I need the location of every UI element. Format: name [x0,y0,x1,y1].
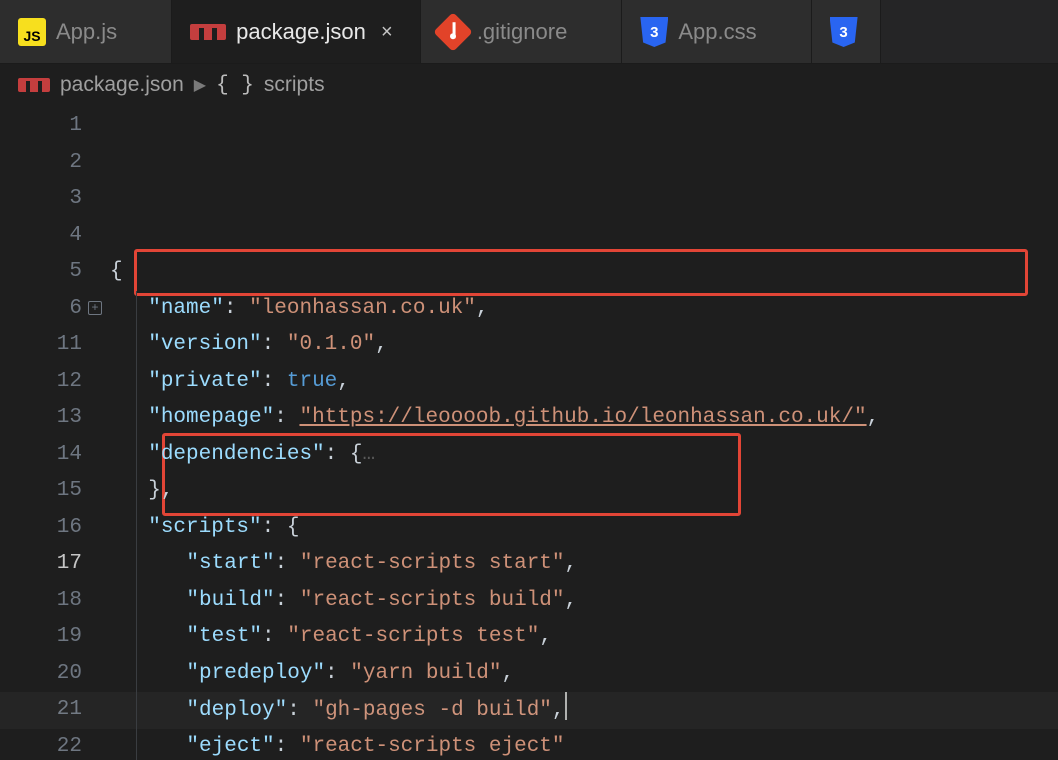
tab-label: App.css [678,19,756,45]
code-line[interactable]: }, [110,473,1058,510]
line-number: 18 [0,583,82,620]
code-area[interactable]: { "name": "leonhassan.co.uk", "version":… [110,106,1058,760]
tab-bar: JS App.js package.json × .gitignore 3 Ap… [0,0,1058,64]
code-line[interactable]: "deploy": "gh-pages -d build", [110,692,1058,729]
code-line[interactable]: "name": "leonhassan.co.uk", [110,291,1058,328]
braces-icon: { } [216,74,254,97]
line-number: 22 [0,729,82,760]
line-number: 6+ [0,291,82,328]
git-icon [433,12,473,52]
line-number: 14 [0,437,82,474]
line-number: 17 [0,546,82,583]
line-number: 13 [0,400,82,437]
code-line[interactable]: { [110,254,1058,291]
css-icon: 3 [640,17,668,47]
line-number: 15 [0,473,82,510]
line-number: 19 [0,619,82,656]
line-number: 4 [0,218,82,255]
text-cursor [565,692,567,720]
breadcrumb-section: scripts [264,73,325,97]
breadcrumb-separator-icon: ▶ [194,75,206,95]
code-line[interactable]: "private": true, [110,364,1058,401]
code-line[interactable]: "scripts": { [110,510,1058,547]
line-gutter: 123456+111213141516171819202122 [0,106,110,760]
line-number: 5 [0,254,82,291]
line-number: 20 [0,656,82,693]
code-line[interactable]: "predeploy": "yarn build", [110,656,1058,693]
code-line[interactable]: "build": "react-scripts build", [110,583,1058,620]
line-number: 3 [0,181,82,218]
code-line[interactable]: "eject": "react-scripts eject" [110,729,1058,760]
code-line[interactable]: "test": "react-scripts test", [110,619,1058,656]
line-number: 1 [0,108,82,145]
code-line[interactable]: "start": "react-scripts start", [110,546,1058,583]
editor: 123456+111213141516171819202122 { "name"… [0,106,1058,760]
js-icon: JS [18,18,46,46]
breadcrumb[interactable]: package.json ▶ { } scripts [0,64,1058,106]
tab-overflow[interactable]: 3 [812,0,881,64]
css-icon: 3 [830,17,858,47]
line-number: 16 [0,510,82,547]
tab-package-json[interactable]: package.json × [172,0,421,64]
code-line[interactable]: "dependencies": {… [110,437,1058,474]
line-number: 2 [0,145,82,182]
line-number: 12 [0,364,82,401]
tab-label: App.js [56,19,117,45]
tab-label: .gitignore [477,19,568,45]
tab-app-js[interactable]: JS App.js [0,0,172,64]
fold-icon[interactable]: + [88,301,102,315]
breadcrumb-file: package.json [60,73,184,97]
code-line[interactable]: "homepage": "https://leoooob.github.io/l… [110,400,1058,437]
tab-app-css[interactable]: 3 App.css [622,0,811,64]
tab-label: package.json [236,19,366,45]
npm-icon [190,24,226,40]
line-number: 11 [0,327,82,364]
code-line[interactable]: "version": "0.1.0", [110,327,1058,364]
tab-gitignore[interactable]: .gitignore [421,0,623,64]
npm-icon [18,78,50,92]
close-icon[interactable]: × [376,21,398,44]
